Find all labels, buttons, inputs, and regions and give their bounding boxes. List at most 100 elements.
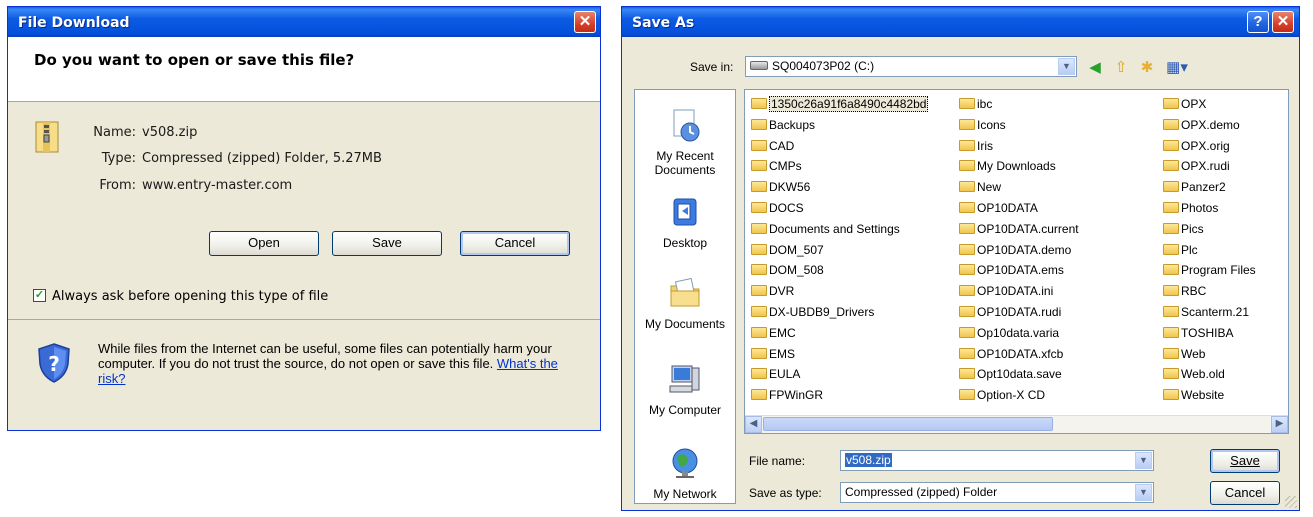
folder-name: OP10DATA.current xyxy=(977,221,1079,236)
folder-item[interactable]: EULA xyxy=(751,364,800,384)
folder-item[interactable]: OPX.rudi xyxy=(1163,156,1230,176)
folder-item[interactable]: DKW56 xyxy=(751,177,810,197)
file-name-label: File name: xyxy=(749,454,806,468)
folder-item[interactable]: OP10DATA.demo xyxy=(959,240,1071,260)
place-my-computer[interactable]: My Computer xyxy=(635,362,735,417)
folder-item[interactable]: Op10data.varia xyxy=(959,323,1059,343)
folder-name: Plc xyxy=(1181,242,1198,257)
folder-icon xyxy=(1163,347,1179,359)
always-ask-label[interactable]: Always ask before opening this type of f… xyxy=(52,289,328,304)
my-documents-icon xyxy=(670,277,700,307)
scroll-right-icon[interactable]: ▶ xyxy=(1271,416,1288,433)
chevron-down-icon[interactable]: ▼ xyxy=(1135,484,1152,501)
folder-item[interactable]: Program Files xyxy=(1163,260,1256,280)
place-my-documents[interactable]: My Documents xyxy=(635,276,735,331)
file-name-input[interactable]: v508.zip ▼ xyxy=(840,450,1154,471)
folder-item[interactable]: OP10DATA.ini xyxy=(959,281,1053,301)
back-icon[interactable]: ◀ xyxy=(1085,58,1105,78)
new-folder-icon[interactable]: ✱ xyxy=(1137,58,1157,78)
folder-name: DKW56 xyxy=(769,180,811,195)
folder-item[interactable]: Pics xyxy=(1163,219,1204,239)
folder-name: TOSHIBA xyxy=(1181,325,1234,340)
folder-item[interactable]: OP10DATA.rudi xyxy=(959,302,1061,322)
folder-item[interactable]: DVR xyxy=(751,281,794,301)
folder-name: Opt10data.save xyxy=(977,367,1062,382)
save-as-type-value: Compressed (zipped) Folder xyxy=(845,485,998,499)
scrollbar-thumb[interactable] xyxy=(763,417,1053,431)
folder-item[interactable]: CAD xyxy=(751,136,794,156)
horizontal-scrollbar[interactable]: ◀ ▶ xyxy=(745,415,1288,433)
save-as-type-dropdown[interactable]: Compressed (zipped) Folder ▼ xyxy=(840,482,1154,503)
file-download-titlebar[interactable]: File Download ✕ xyxy=(8,7,600,37)
folder-item[interactable]: DOM_507 xyxy=(751,240,824,260)
folder-item[interactable]: DOCS xyxy=(751,198,804,218)
folder-item[interactable]: OP10DATA.current xyxy=(959,219,1079,239)
folder-icon xyxy=(959,347,975,359)
folder-item[interactable]: EMC xyxy=(751,323,796,343)
always-ask-checkbox[interactable]: ✓ xyxy=(33,289,46,302)
close-icon[interactable]: ✕ xyxy=(574,11,596,33)
folder-item[interactable]: Icons xyxy=(959,115,1006,135)
folder-item[interactable]: Website xyxy=(1163,385,1224,405)
folder-item[interactable]: My Downloads xyxy=(959,156,1056,176)
place-my-network[interactable]: My Network xyxy=(635,446,735,501)
folder-item[interactable]: DOM_508 xyxy=(751,260,824,280)
up-folder-icon[interactable]: ⇧ xyxy=(1111,58,1131,78)
folder-item[interactable]: Documents and Settings xyxy=(751,219,900,239)
folder-item[interactable]: OPX.orig xyxy=(1163,136,1230,156)
folder-icon xyxy=(1163,222,1179,234)
folder-icon xyxy=(1163,368,1179,380)
folder-icon xyxy=(1163,326,1179,338)
folder-icon xyxy=(1163,181,1179,193)
folder-item[interactable]: DX-UBDB9_Drivers xyxy=(751,302,874,322)
folder-item[interactable]: OP10DATA.ems xyxy=(959,260,1064,280)
folder-item[interactable]: OPX.demo xyxy=(1163,115,1240,135)
views-menu-icon[interactable]: ▦▾ xyxy=(1163,58,1191,78)
resize-grip[interactable] xyxy=(1285,496,1297,508)
folder-item[interactable]: CMPs xyxy=(751,156,802,176)
folder-item[interactable]: 1350c26a91f6a8490c4482bd xyxy=(751,94,929,114)
close-icon[interactable]: ✕ xyxy=(1272,11,1294,33)
folder-item[interactable]: Opt10data.save xyxy=(959,364,1062,384)
chevron-down-icon[interactable]: ▼ xyxy=(1135,452,1152,469)
folder-item[interactable]: Photos xyxy=(1163,198,1218,218)
folder-item[interactable]: Scanterm.21 xyxy=(1163,302,1249,322)
chevron-down-icon[interactable]: ▼ xyxy=(1058,58,1075,75)
save-button[interactable]: Save xyxy=(332,231,442,256)
security-warning-area: ? While files from the Internet can be u… xyxy=(8,319,600,430)
cancel-button[interactable]: Cancel xyxy=(460,231,570,256)
place-desktop[interactable]: Desktop xyxy=(635,195,735,250)
folder-item[interactable]: OP10DATA xyxy=(959,198,1038,218)
folder-icon xyxy=(1163,306,1179,317)
scroll-left-icon[interactable]: ◀ xyxy=(745,416,762,433)
cancel-button[interactable]: Cancel xyxy=(1210,481,1280,505)
folder-item[interactable]: FPWinGR xyxy=(751,385,823,405)
folder-icon xyxy=(751,98,767,109)
folder-item[interactable]: New xyxy=(959,177,1001,197)
folder-name: Web.old xyxy=(1181,367,1225,382)
folder-item[interactable]: EMS xyxy=(751,344,795,364)
folder-name: My Downloads xyxy=(977,159,1056,174)
folder-item[interactable]: Panzer2 xyxy=(1163,177,1226,197)
folder-icon xyxy=(959,264,975,276)
save-in-dropdown[interactable]: SQ004073P02 (C:) ▼ xyxy=(745,56,1077,77)
folder-item[interactable]: RBC xyxy=(1163,281,1206,301)
folder-item[interactable]: TOSHIBA xyxy=(1163,323,1233,343)
folder-item[interactable]: Web xyxy=(1163,344,1205,364)
folder-list[interactable]: 1350c26a91f6a8490c4482bd Backups CAD CMPs DK… xyxy=(744,89,1289,434)
folder-name: FPWinGR xyxy=(769,388,823,403)
folder-item[interactable]: Plc xyxy=(1163,240,1198,260)
save-as-titlebar[interactable]: Save As ? ✕ xyxy=(622,7,1299,37)
place-my-recent-documents[interactable]: My Recent Documents xyxy=(635,108,735,177)
folder-item[interactable]: Backups xyxy=(751,115,815,135)
open-button[interactable]: Open xyxy=(209,231,319,256)
folder-item[interactable]: Iris xyxy=(959,136,993,156)
folder-item[interactable]: OPX xyxy=(1163,94,1206,114)
folder-item[interactable]: ibc xyxy=(959,94,992,114)
folder-name: CAD xyxy=(769,138,795,153)
folder-item[interactable]: OP10DATA.xfcb xyxy=(959,344,1063,364)
folder-item[interactable]: Option-X CD xyxy=(959,385,1045,405)
save-button[interactable]: Save xyxy=(1210,449,1280,473)
help-icon[interactable]: ? xyxy=(1247,11,1269,33)
folder-item[interactable]: Web.old xyxy=(1163,364,1225,384)
